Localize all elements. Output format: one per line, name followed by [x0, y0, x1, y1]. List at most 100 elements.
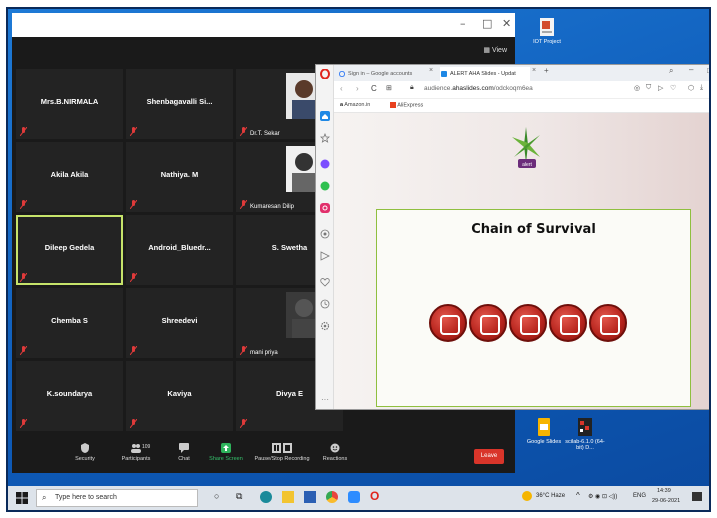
security-button[interactable]: Security [70, 443, 100, 462]
google-slides-icon [538, 418, 550, 436]
instagram-icon[interactable] [320, 203, 330, 213]
opera-logo-icon[interactable] [320, 69, 330, 79]
weather-text[interactable]: 36°C Haze [536, 493, 565, 499]
participant-tile-active-speaker[interactable]: Dileep Gedela [16, 215, 123, 285]
settings-icon[interactable] [320, 321, 330, 331]
zoom-topbar: ▦ View [12, 37, 515, 67]
screenshot-frame: IOT Project Google Slides scilab-6.1.0 (… [0, 0, 717, 518]
clock-time[interactable]: 14:39 [657, 488, 671, 494]
grid-icon[interactable]: ⊞ [386, 84, 392, 92]
history-icon[interactable] [320, 299, 330, 309]
windows-taskbar: ⌕ Type here to search ○ ⧉ O 36°C Haze ^ … [8, 486, 709, 510]
close-icon[interactable]: ✕ [502, 17, 511, 30]
tab-ahaslides[interactable]: ALERT AHA Slides - Updat [440, 67, 530, 81]
chat-button[interactable]: Chat [172, 443, 196, 462]
desktop-screen: IOT Project Google Slides scilab-6.1.0 (… [6, 7, 711, 512]
muted-mic-icon [20, 127, 27, 136]
view-button[interactable]: ▦ View [483, 46, 507, 54]
ahaslides-page: alert Chain of Survival [334, 113, 709, 409]
reactions-label: Reactions [322, 456, 348, 462]
back-icon[interactable]: ‹ [340, 84, 343, 93]
participant-tile[interactable]: Akila Akila [16, 142, 123, 212]
share-screen-icon [221, 443, 231, 453]
url-field[interactable]: audience.ahaslides.com/odckoqm6ea [424, 85, 533, 92]
download-icon[interactable]: ⤓ [700, 84, 703, 92]
scilab-icon [578, 418, 592, 436]
notification-icon[interactable] [692, 492, 702, 501]
bookmark-label: AliExpress [397, 102, 424, 109]
bookmark-icon[interactable] [320, 133, 330, 143]
file-explorer-icon[interactable] [282, 491, 294, 503]
close-tab-icon[interactable]: × [429, 67, 433, 74]
muted-mic-icon [130, 200, 137, 209]
maximize-icon[interactable]: □ [707, 66, 709, 75]
opera-taskbar-icon[interactable]: O [370, 489, 379, 503]
participant-name: Akila Akila [50, 170, 89, 179]
record-button[interactable]: Pause/Stop Recording [252, 443, 312, 462]
clock-date[interactable]: 29-06-2021 [652, 498, 680, 504]
desktop-icon-label: scilab-6.1.0 (64-bit) D... [565, 439, 605, 451]
zoom-toolbar: Security Participants 109 Chat Share Scr… [12, 441, 515, 473]
task-view-icon[interactable]: ⧉ [236, 491, 242, 502]
heart-icon[interactable] [320, 277, 330, 287]
bookmark-aliexpress[interactable]: AliExpress [390, 102, 423, 108]
ecg-monitor-icon [589, 304, 627, 342]
maximize-icon[interactable]: □ [482, 17, 492, 30]
store-icon[interactable] [304, 491, 316, 503]
language-indicator[interactable]: ENG [633, 493, 646, 499]
chevron-up-icon[interactable]: ^ [576, 491, 580, 500]
participant-tile[interactable]: Chemba S [16, 288, 123, 358]
search-tabs-icon[interactable]: ⌕ [669, 66, 673, 76]
shield-icon[interactable]: ⛉ [646, 84, 651, 92]
participant-tile[interactable]: Shreedevi [126, 288, 233, 358]
participant-tile[interactable]: Kaviya [126, 361, 233, 431]
muted-mic-icon [240, 127, 247, 136]
muted-mic-icon [130, 346, 137, 355]
new-tab-icon[interactable]: + [544, 66, 549, 75]
participant-tile[interactable]: K.soundarya [16, 361, 123, 431]
muted-mic-icon [20, 419, 27, 428]
heart-icon[interactable]: ♡ [670, 84, 676, 92]
share-screen-button[interactable]: Share Screen [208, 443, 244, 462]
home-icon[interactable] [320, 111, 330, 121]
more-icon[interactable]: ··· [321, 395, 329, 404]
forward-icon[interactable]: › [356, 84, 359, 93]
tray-icons[interactable]: ⚙ ◉ ⊡ ◁)) [588, 493, 617, 500]
send-icon[interactable] [320, 251, 330, 261]
participant-name: Shreedevi [161, 316, 198, 325]
muted-mic-icon [20, 200, 27, 209]
chrome-icon[interactable] [326, 491, 338, 503]
messenger-icon[interactable] [320, 159, 330, 169]
desktop-icon-google-slides[interactable]: Google Slides [522, 417, 566, 445]
browser-tabstrip: Sign in – Google accounts × ALERT AHA Sl… [334, 65, 709, 81]
participant-tile[interactable]: Android_Bluedr... [126, 215, 233, 285]
cortana-icon[interactable]: ○ [214, 491, 219, 501]
participant-tile[interactable]: Nathiya. M [126, 142, 233, 212]
windows-start-icon[interactable] [16, 492, 28, 504]
muted-mic-icon [130, 419, 137, 428]
cube-icon[interactable]: ⬡ [688, 84, 694, 92]
desktop-icon-scilab[interactable]: scilab-6.1.0 (64-bit) D... [563, 417, 607, 451]
chat-label: Chat [178, 456, 190, 462]
edge-icon[interactable] [260, 491, 272, 503]
taskbar-search-input[interactable]: ⌕ Type here to search [36, 489, 198, 507]
zoom-taskbar-icon[interactable] [348, 491, 360, 503]
tab-google-signin[interactable]: Sign in – Google accounts [338, 67, 426, 81]
opera-sidebar: ··· [316, 65, 334, 409]
reload-icon[interactable]: C [371, 84, 377, 93]
whatsapp-icon[interactable] [320, 181, 330, 191]
bookmark-amazon[interactable]: a Amazon.in [340, 102, 370, 108]
participant-tile[interactable]: Mrs.B.NIRMALA [16, 69, 123, 139]
play-icon[interactable]: ▷ [658, 84, 663, 92]
close-tab-icon[interactable]: × [532, 67, 536, 74]
camera-icon[interactable]: ◎ [634, 84, 640, 92]
desktop-icon-iot-project[interactable]: IOT Project [527, 17, 567, 45]
player-icon[interactable] [320, 229, 330, 239]
minimize-icon[interactable]: – [460, 17, 466, 30]
minimize-icon[interactable]: – [689, 65, 693, 74]
share-screen-label: Share Screen [209, 456, 243, 462]
participant-name: Nathiya. M [160, 170, 199, 179]
participant-tile[interactable]: Shenbagavalli Si... [126, 69, 233, 139]
reactions-button[interactable]: Reactions [320, 443, 350, 462]
leave-button[interactable]: Leave [474, 449, 504, 464]
